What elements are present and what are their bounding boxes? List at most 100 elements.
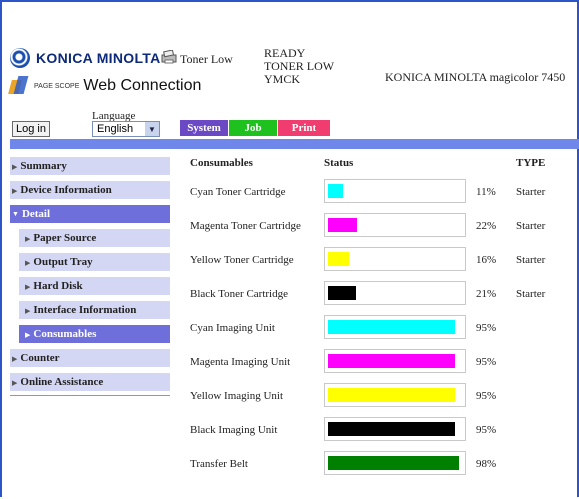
sidebar-item-label: Device Information (20, 184, 112, 196)
status-line: YMCK (264, 72, 301, 86)
consumable-name: Magenta Toner Cartridge (190, 220, 301, 232)
pagescope-icon (8, 76, 32, 96)
level-percent: 21% (476, 288, 497, 300)
column-header-status[interactable]: Status (324, 157, 353, 169)
konica-minolta-logo: KONICA MINOLTA (10, 48, 160, 68)
triangle-right-icon: ▶ (25, 330, 31, 339)
level-bar (324, 383, 466, 407)
level-bar-fill (328, 218, 357, 232)
sidebar-item-interface-information[interactable]: ▶ Interface Information (19, 301, 170, 319)
level-bar (324, 349, 466, 373)
consumable-name: Cyan Toner Cartridge (190, 186, 286, 198)
globe-icon (10, 48, 30, 68)
tab-system[interactable]: System (180, 120, 228, 136)
tab-print[interactable]: Print (278, 120, 330, 136)
level-percent: 95% (476, 356, 497, 368)
printer-alert: Toner Low (180, 52, 233, 66)
table-row: Magenta Toner Cartridge 22% Starter (190, 209, 570, 243)
column-header-type[interactable]: TYPE (516, 157, 545, 169)
level-bar-fill (328, 388, 455, 402)
level-bar-fill (328, 354, 455, 368)
sidebar-item-hard-disk[interactable]: ▶ Hard Disk (19, 277, 170, 295)
consumable-name: Magenta Imaging Unit (190, 356, 291, 368)
consumable-name: Black Imaging Unit (190, 424, 278, 436)
triangle-right-icon: ▶ (25, 258, 31, 267)
level-bar-fill (328, 286, 356, 300)
product-name: Web Connection (83, 77, 202, 94)
sidebar-item-label: Interface Information (33, 304, 137, 316)
sidebar-item-label: Detail (21, 208, 51, 220)
sidebar-item-label: Online Assistance (20, 376, 104, 388)
login-button[interactable]: Log in (12, 121, 50, 137)
consumable-type: Starter (516, 254, 546, 266)
level-bar-fill (328, 422, 455, 436)
consumable-name: Black Toner Cartridge (190, 288, 288, 300)
sidebar-item-output-tray[interactable]: ▶ Output Tray (19, 253, 170, 271)
tab-job[interactable]: Job (229, 120, 277, 136)
sidebar-item-label: Counter (20, 352, 60, 364)
level-bar-fill (328, 456, 459, 470)
level-percent: 95% (476, 424, 497, 436)
consumable-name: Transfer Belt (190, 458, 248, 470)
printer-status: READY TONER LOW YMCK (264, 47, 334, 86)
level-percent: 16% (476, 254, 497, 266)
sidebar-item-counter[interactable]: ▶ Counter (10, 349, 170, 367)
level-bar (324, 213, 466, 237)
sidebar-item-detail[interactable]: ▼ Detail (10, 205, 170, 223)
level-percent: 98% (476, 458, 497, 470)
table-row: Cyan Toner Cartridge 11% Starter (190, 175, 570, 209)
level-percent: 95% (476, 390, 497, 402)
triangle-right-icon: ▶ (12, 186, 18, 195)
consumable-type: Starter (516, 220, 546, 232)
level-bar (324, 451, 466, 475)
consumable-name: Cyan Imaging Unit (190, 322, 275, 334)
language-select[interactable]: English ▼ (92, 121, 160, 137)
table-row: Magenta Imaging Unit 95% (190, 345, 570, 379)
sidebar-item-consumables[interactable]: ▶ Consumables (19, 325, 170, 343)
consumable-name: Yellow Toner Cartridge (190, 254, 294, 266)
consumable-type: Starter (516, 186, 546, 198)
sidebar-item-summary[interactable]: ▶ Summary (10, 157, 170, 175)
level-bar-fill (328, 184, 343, 198)
brand-name: KONICA MINOLTA (36, 50, 161, 66)
level-bar (324, 179, 466, 203)
sidebar-item-label: Paper Source (33, 232, 97, 244)
level-bar (324, 315, 466, 339)
triangle-right-icon: ▶ (25, 282, 31, 291)
level-bar-fill (328, 320, 455, 334)
triangle-down-icon: ▼ (12, 210, 19, 218)
table-row: Yellow Imaging Unit 95% (190, 379, 570, 413)
pagescope-text: PAGE SCOPE (34, 82, 80, 90)
level-percent: 11% (476, 186, 496, 198)
chevron-down-icon[interactable]: ▼ (145, 122, 159, 136)
table-row: Yellow Toner Cartridge 16% Starter (190, 243, 570, 277)
level-bar (324, 247, 466, 271)
triangle-right-icon: ▶ (12, 162, 18, 171)
table-row: Black Imaging Unit 95% (190, 413, 570, 447)
sidebar-item-paper-source[interactable]: ▶ Paper Source (19, 229, 170, 247)
sidebar-item-online-assistance[interactable]: ▶ Online Assistance (10, 373, 170, 391)
consumables-table: Consumables Status TYPE Cyan Toner Cartr… (190, 157, 570, 481)
sidebar-item-label: Summary (20, 160, 67, 172)
sidebar-item-label: Hard Disk (33, 280, 83, 292)
level-bar (324, 281, 466, 305)
table-row: Transfer Belt 98% (190, 447, 570, 481)
sidebar-item-device-information[interactable]: ▶ Device Information (10, 181, 170, 199)
level-percent: 95% (476, 322, 497, 334)
table-header: Consumables Status TYPE (190, 157, 570, 175)
mode-tabs: System Job Print (180, 120, 331, 136)
consumable-type: Starter (516, 288, 546, 300)
level-bar (324, 417, 466, 441)
model-name: KONICA MINOLTA magicolor 7450 (385, 70, 566, 84)
sidebar-item-label: Output Tray (33, 256, 93, 268)
triangle-right-icon: ▶ (12, 378, 18, 387)
consumable-name: Yellow Imaging Unit (190, 390, 283, 402)
table-row: Black Toner Cartridge 21% Starter (190, 277, 570, 311)
language-value: English (97, 123, 134, 135)
column-header-consumables[interactable]: Consumables (190, 157, 253, 169)
triangle-right-icon: ▶ (25, 306, 31, 315)
triangle-right-icon: ▶ (25, 234, 31, 243)
web-connection-logo: PAGE SCOPE Web Connection (8, 76, 202, 96)
level-percent: 22% (476, 220, 497, 232)
sidebar-divider (10, 395, 170, 396)
